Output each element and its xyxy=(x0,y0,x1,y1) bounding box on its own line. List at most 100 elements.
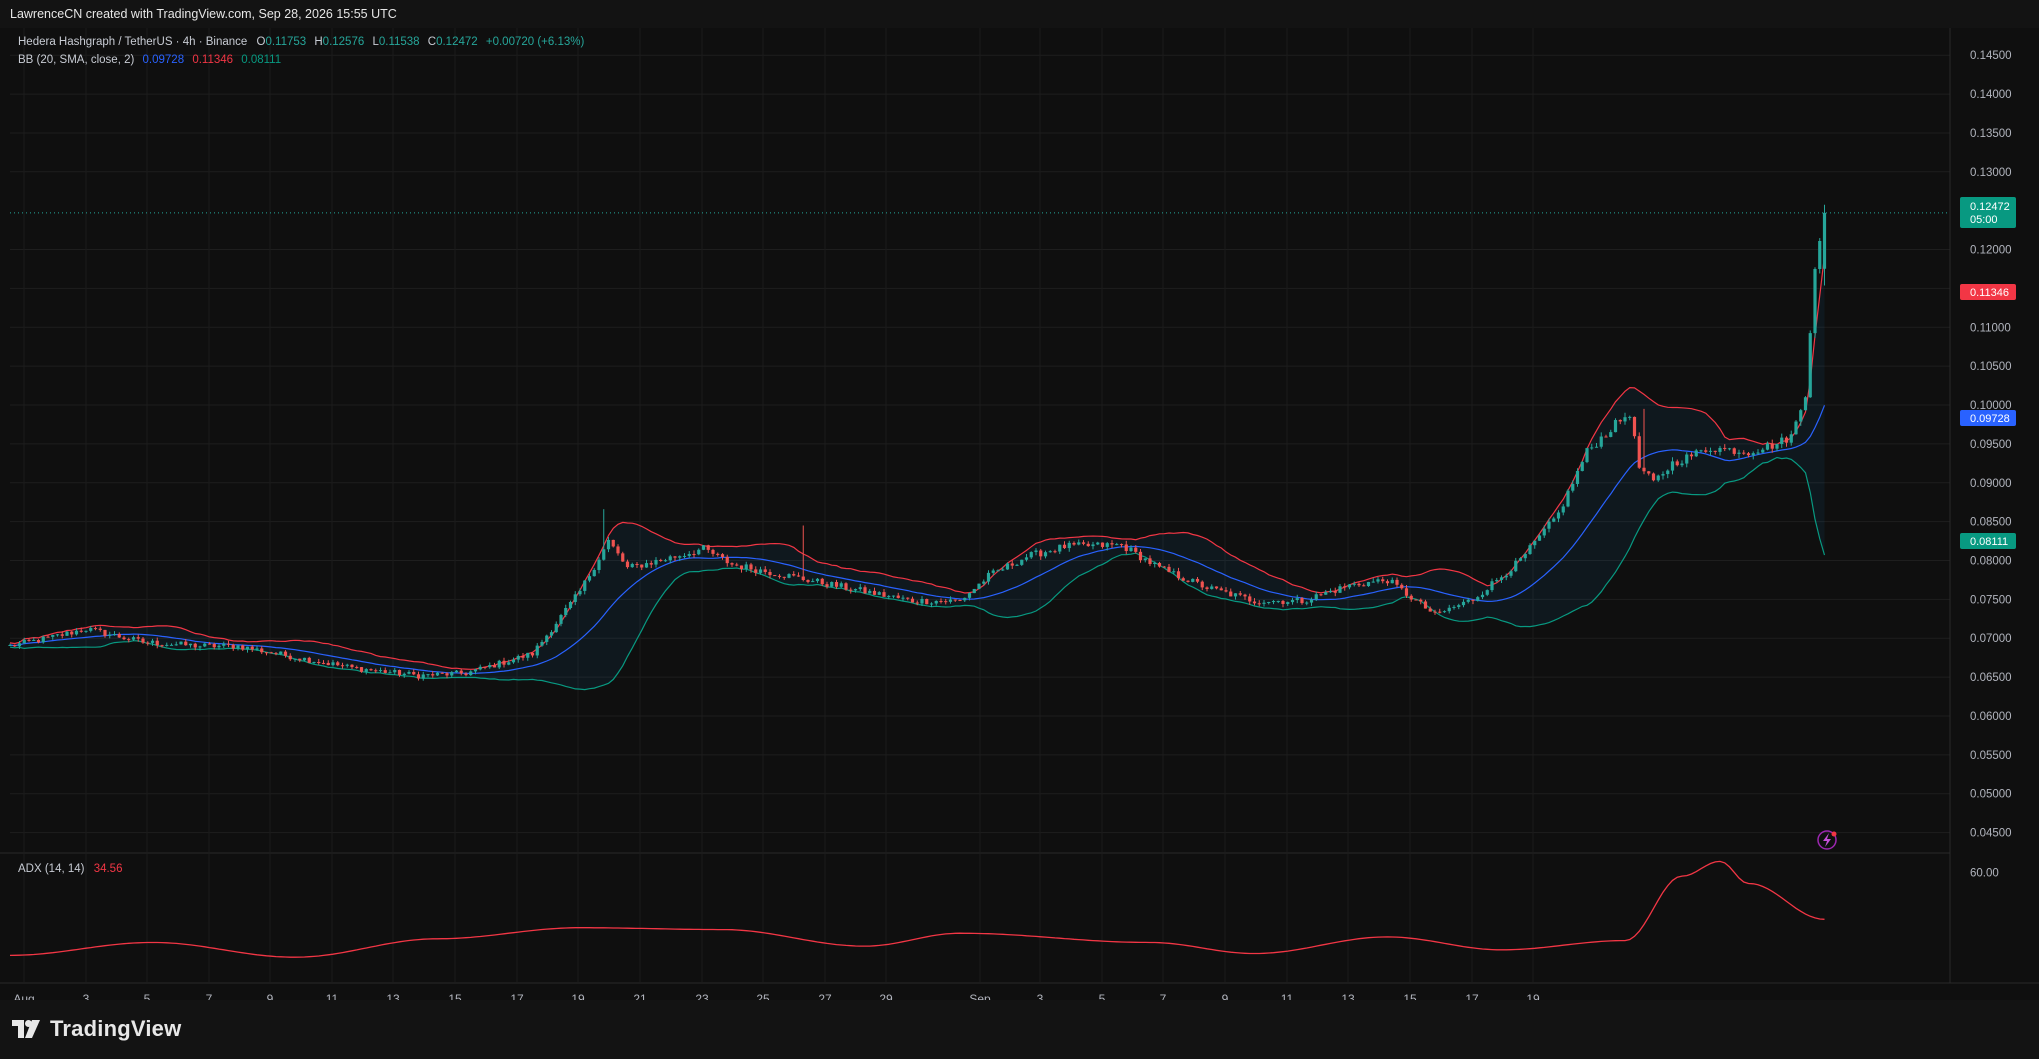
basis-text: 0.09728 xyxy=(1970,413,2010,425)
candle-body xyxy=(920,599,924,604)
price-chart-svg[interactable]: 0.14500 0.14000 0.13500 0.13000 0.12000 0.115… xyxy=(0,28,2039,1006)
candle-body xyxy=(1547,521,1551,529)
y-tick-label: 0.08500 xyxy=(1970,517,2012,529)
candle-body xyxy=(8,645,12,647)
y-tick-label: 0.05500 xyxy=(1970,750,2012,762)
candle-body xyxy=(32,640,36,642)
candle-body xyxy=(526,652,530,658)
x-tick-label: Aug xyxy=(13,992,34,1000)
candle-body xyxy=(321,662,326,664)
candle-body xyxy=(1818,240,1822,269)
adx-label: ADX (14, 14) xyxy=(18,863,85,875)
candle-body xyxy=(977,583,981,589)
candle-body xyxy=(1689,454,1694,457)
candle-body xyxy=(1799,410,1803,422)
x-tick-label: 27 xyxy=(818,992,832,1000)
brand-logo[interactable]: TradingView xyxy=(12,1016,181,1042)
candle-body xyxy=(1324,592,1328,595)
candle-body xyxy=(1628,416,1632,418)
candle-body xyxy=(1385,581,1390,584)
candle-body xyxy=(464,673,468,676)
candle-body xyxy=(65,631,69,636)
candle-body xyxy=(502,660,506,665)
candle-body xyxy=(1010,563,1014,566)
candle-body xyxy=(801,576,805,581)
candle-body xyxy=(554,623,558,633)
candle-body xyxy=(682,555,687,557)
candle-body xyxy=(882,592,886,597)
candle-body xyxy=(1780,437,1784,445)
open-label: O xyxy=(256,36,265,48)
candle-body xyxy=(345,664,349,666)
candle-body xyxy=(74,630,79,635)
candle-body xyxy=(530,652,535,656)
candle-body xyxy=(1789,434,1793,443)
candle-body xyxy=(1533,540,1537,546)
candle-body xyxy=(1461,601,1466,606)
candle-body xyxy=(1243,594,1247,597)
candle-body xyxy=(1181,578,1185,581)
candle-body xyxy=(1219,588,1223,591)
candle-body xyxy=(863,587,867,594)
candle-body xyxy=(758,569,763,573)
credit-text: LawrenceCN created with TradingView.com,… xyxy=(10,7,397,21)
candle-body xyxy=(459,670,463,674)
candle-body xyxy=(1466,599,1470,602)
candle-body xyxy=(1214,586,1219,589)
candle-body xyxy=(1100,542,1105,547)
candle-body xyxy=(1352,583,1356,585)
candle-body xyxy=(887,596,891,598)
candle-body xyxy=(431,674,435,676)
adx-pane xyxy=(9,860,1825,958)
x-tick-label: 29 xyxy=(879,992,893,1000)
candle-body xyxy=(250,646,254,650)
candle-body xyxy=(416,674,421,679)
candle-body xyxy=(1561,506,1565,513)
candle-body xyxy=(131,637,136,640)
candle-body xyxy=(1746,453,1751,456)
candle-body xyxy=(773,575,777,577)
candle-body xyxy=(606,539,611,550)
candle-body xyxy=(1081,542,1086,544)
candle-body xyxy=(93,628,98,630)
x-tick-label: 5 xyxy=(144,992,151,1000)
candle-body xyxy=(825,584,829,587)
candle-body xyxy=(326,662,330,666)
candle-body xyxy=(1499,577,1504,580)
candle-body xyxy=(1205,587,1209,589)
candle-body xyxy=(1077,542,1081,545)
candle-body xyxy=(906,597,910,599)
candle-body xyxy=(27,639,31,641)
candle-body xyxy=(649,563,653,565)
candle-body xyxy=(739,565,744,570)
candle-body xyxy=(1115,544,1119,546)
bb-basis-value: 0.09728 xyxy=(143,54,185,66)
candle-body xyxy=(844,583,848,590)
candle-body xyxy=(264,652,269,654)
candle-body xyxy=(179,641,183,645)
candle-body xyxy=(996,570,1000,572)
candle-body xyxy=(1039,550,1043,557)
candle-body xyxy=(1400,584,1404,589)
candle-body xyxy=(1048,551,1052,553)
candle-body xyxy=(269,652,273,654)
candle-body xyxy=(1238,593,1242,595)
candle-body xyxy=(564,608,568,616)
candle-body xyxy=(659,559,663,561)
candle-body xyxy=(1167,566,1171,572)
candle-body xyxy=(1594,446,1599,448)
candle-body xyxy=(644,563,649,568)
grid-lines xyxy=(0,28,2039,984)
candle-body xyxy=(1162,566,1166,568)
candle-body xyxy=(378,670,383,672)
candle-body xyxy=(1495,579,1499,582)
candle-body xyxy=(1067,542,1071,549)
close-label: C xyxy=(428,36,436,48)
candle-body xyxy=(421,674,425,679)
chart-area[interactable]: 0.14500 0.14000 0.13500 0.13000 0.12000 0.115… xyxy=(0,28,2039,1006)
candle-body xyxy=(1248,596,1252,602)
candle-body xyxy=(1428,608,1432,612)
candle-body xyxy=(559,615,563,624)
x-tick-label: 13 xyxy=(1341,992,1355,1000)
candle-body xyxy=(1808,333,1812,398)
